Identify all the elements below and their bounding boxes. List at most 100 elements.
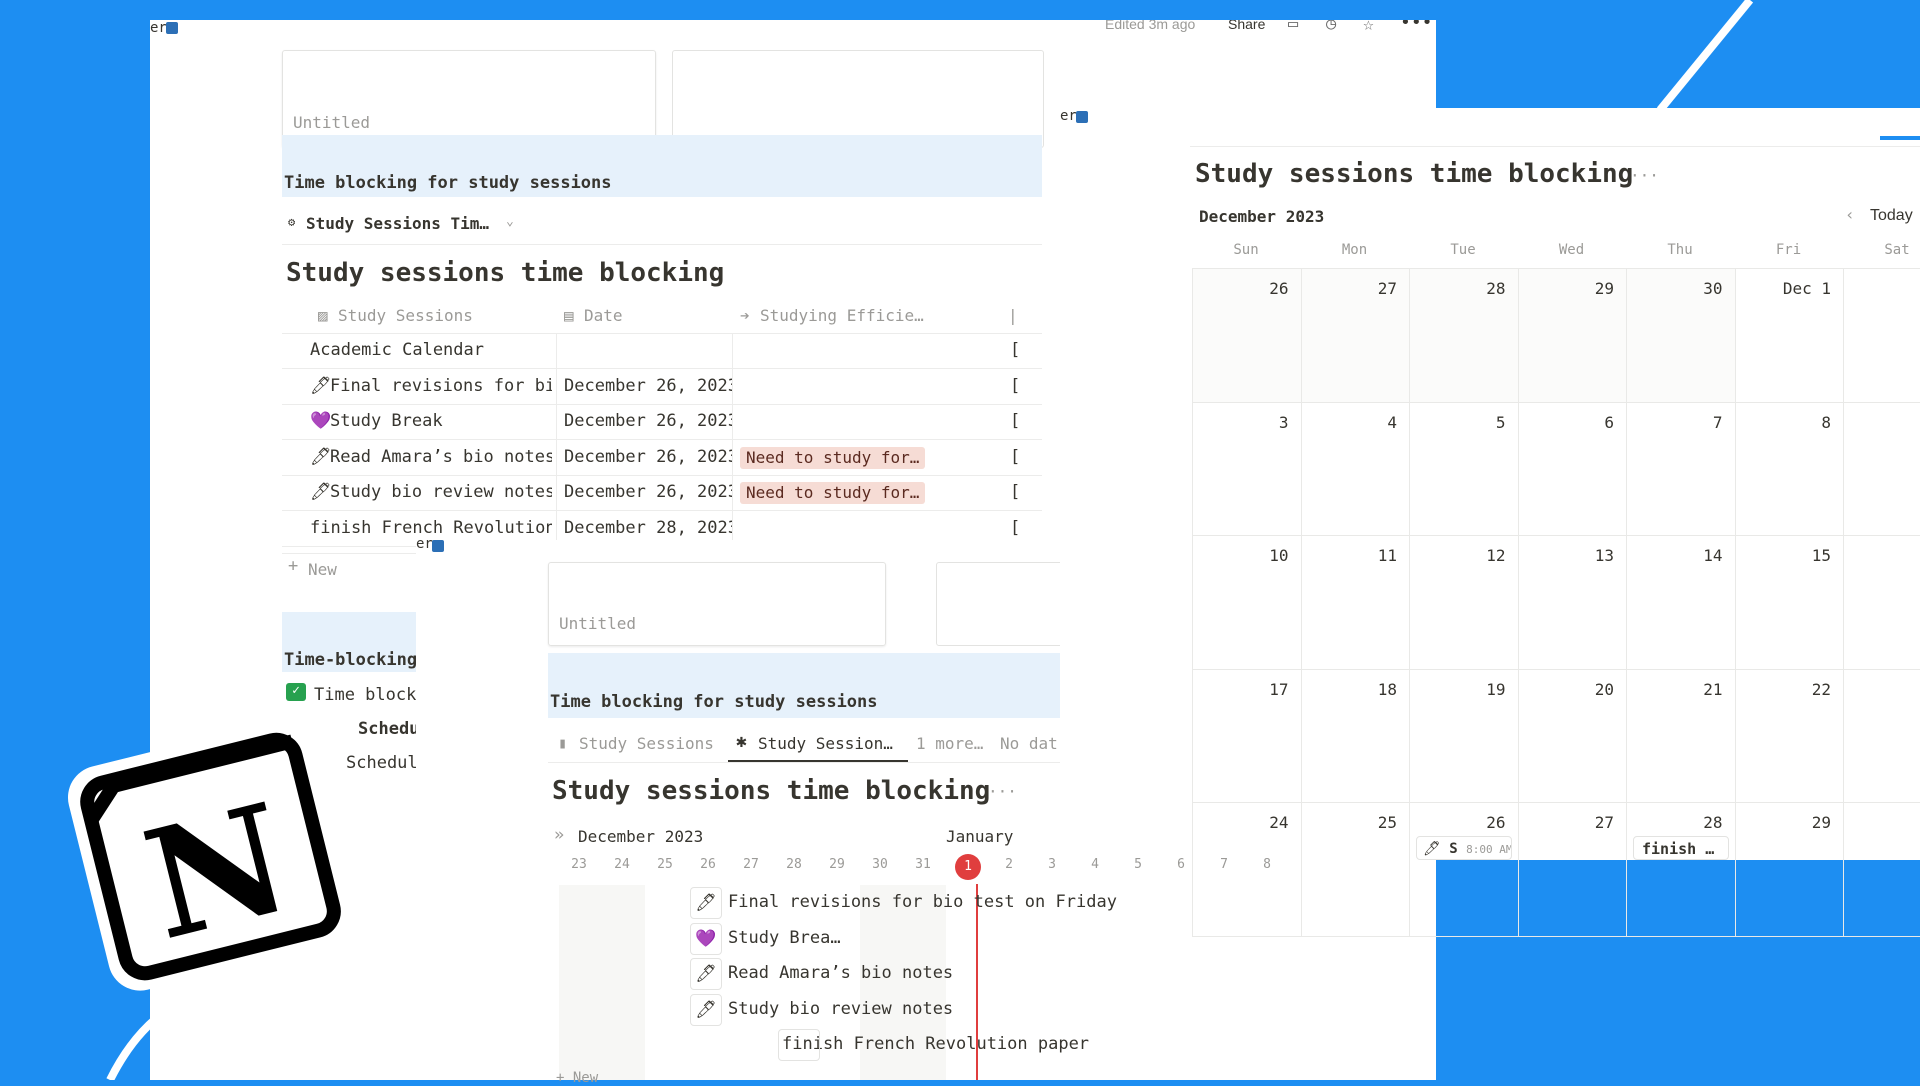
calendar-day[interactable]: 21 xyxy=(1627,669,1736,803)
calendar-day[interactable] xyxy=(1844,403,1920,536)
gallery-card[interactable] xyxy=(936,562,1060,646)
calendar-day[interactable]: 6 xyxy=(1518,402,1627,536)
calendar-day[interactable] xyxy=(1844,536,1920,670)
status-tag[interactable]: Need to study for… xyxy=(740,482,926,504)
calendar-day[interactable]: 10 xyxy=(1193,536,1302,670)
checkmark-icon: ✓ xyxy=(286,683,306,701)
calendar-day[interactable]: 27 xyxy=(1301,269,1410,403)
calendar-day[interactable]: Dec 1 xyxy=(1735,269,1844,403)
row-date[interactable]: December 26, 2023 7:0 xyxy=(564,404,732,439)
calendar-day[interactable]: 30 xyxy=(1627,269,1736,403)
gallery-card[interactable]: Untitled xyxy=(548,562,886,646)
chevron-down-icon[interactable]: ⌄ xyxy=(506,214,514,229)
day-number: Dec 1 xyxy=(1782,279,1831,298)
column-header[interactable]: Studying Efficie… xyxy=(760,298,924,333)
column-header[interactable]: Study Sessions xyxy=(338,298,473,333)
status-tag[interactable]: Need to study for… xyxy=(740,446,926,469)
calendar-day[interactable]: 11 xyxy=(1301,536,1410,670)
calendar-day[interactable]: 14 xyxy=(1627,536,1736,670)
timeline-item[interactable]: 🖊 Study bio review notes xyxy=(690,993,953,1026)
calendar-day[interactable]: 27 xyxy=(1518,803,1627,937)
row-date[interactable]: December 26, 2023 9:0 xyxy=(564,369,732,404)
chevron-left-icon[interactable]: ‹ xyxy=(1845,205,1855,224)
calendar-day[interactable]: 18 xyxy=(1301,669,1410,803)
calendar-day[interactable]: 5 xyxy=(1410,402,1519,536)
row-title[interactable]: Academic Calendar xyxy=(310,333,552,368)
row-title[interactable]: Study bio review notes xyxy=(330,475,552,510)
calendar-day[interactable]: 26 xyxy=(1193,269,1302,403)
tab-study-session-timeline[interactable]: Study Session… xyxy=(758,734,893,753)
calendar-day[interactable]: 12 xyxy=(1410,536,1519,670)
breadcrumb[interactable]: er xyxy=(1060,108,1077,124)
row-title[interactable]: Read Amara’s bio notes xyxy=(330,440,552,475)
more-icon[interactable]: ··· xyxy=(1630,166,1659,185)
table-row[interactable]: 🖊Study bio review notes December 26, 2023… xyxy=(282,475,1042,511)
row-title[interactable]: Study Break xyxy=(330,404,552,439)
calendar-day[interactable]: 28 xyxy=(1410,269,1519,403)
today-button[interactable]: Today xyxy=(1870,207,1913,225)
timeline-month-label: December 2023 xyxy=(578,827,704,846)
gallery-card[interactable]: Untitled xyxy=(282,50,656,148)
calendar-day[interactable]: 29 xyxy=(1735,803,1844,937)
calendar-day[interactable]: 25 xyxy=(1301,803,1410,937)
timeline-day: 6 xyxy=(1177,857,1185,872)
more-icon[interactable]: ··· xyxy=(988,782,1017,801)
timeline-item[interactable]: 🖊 Final revisions for bio test on Friday xyxy=(690,887,1117,919)
notion-logo: N xyxy=(62,700,362,1000)
row-date[interactable]: December 26, 2023 3:0 xyxy=(564,440,732,475)
calendar-day[interactable] xyxy=(1844,670,1920,803)
calendar-day[interactable]: 7 xyxy=(1627,402,1736,536)
more-icon[interactable]: ••• xyxy=(1400,20,1433,33)
calendar-event[interactable]: finish … xyxy=(1633,836,1729,860)
tab-more[interactable]: 1 more… xyxy=(916,734,983,753)
calendar-day[interactable]: 15 xyxy=(1735,536,1844,670)
day-number: 7 xyxy=(1712,412,1723,432)
timeline-day: 27 xyxy=(743,857,759,872)
table-row[interactable]: 🖊Final revisions for bio test December 26… xyxy=(282,368,1042,405)
calendar-title: Study sessions time blocking xyxy=(1195,159,1634,189)
share-button[interactable]: Share xyxy=(1228,20,1265,32)
calendar-day[interactable]: 28 xyxy=(1627,803,1736,937)
breadcrumb[interactable]: er xyxy=(416,540,433,552)
book-icon xyxy=(432,540,444,552)
new-row-button[interactable]: New xyxy=(308,560,337,579)
calendar-day[interactable]: 22 xyxy=(1735,669,1844,803)
comment-icon[interactable]: ▭ xyxy=(1288,20,1298,34)
calendar-day[interactable]: 20 xyxy=(1518,669,1627,803)
row-date[interactable] xyxy=(564,333,732,368)
timeline-day: 2 xyxy=(1005,857,1013,872)
plus-icon[interactable]: + xyxy=(288,556,298,576)
table-row[interactable]: 💜Study BreakDecember 26, 2023 7:0[ xyxy=(282,404,1042,440)
calendar-day[interactable]: 4 xyxy=(1301,402,1410,536)
history-icon[interactable]: ◷ xyxy=(1326,20,1336,34)
star-icon[interactable]: ☆ xyxy=(1363,20,1374,35)
calendar-event[interactable]: 🖊 S 8:00 AM xyxy=(1416,836,1512,860)
column-header[interactable]: Date xyxy=(584,298,623,333)
view-tab[interactable]: Study Sessions Tim… xyxy=(306,214,489,233)
list-item[interactable]: Schedu xyxy=(358,719,419,739)
calendar-day[interactable]: 8 xyxy=(1735,402,1844,536)
row-title[interactable]: Final revisions for bio test xyxy=(330,369,552,404)
calendar-day[interactable] xyxy=(1844,803,1920,937)
table-row[interactable]: 🖊Read Amara’s bio notes December 26, 2023… xyxy=(282,439,1042,476)
tab-study-sessions[interactable]: Study Sessions xyxy=(579,734,714,753)
calendar-day[interactable]: 29 xyxy=(1518,269,1627,403)
timeline-item[interactable]: finish French Revolution paper xyxy=(778,1029,1089,1061)
day-number: 29 xyxy=(1594,279,1614,298)
calendar-day[interactable]: 17 xyxy=(1193,669,1302,803)
expand-icon[interactable]: » xyxy=(554,825,564,845)
gallery-card[interactable] xyxy=(672,50,1044,148)
timeline-item[interactable]: 💜 Study Brea… xyxy=(690,922,841,955)
tab-no-date[interactable]: No dat xyxy=(1000,734,1058,753)
calendar-day[interactable]: 19 xyxy=(1410,669,1519,803)
new-row-button[interactable]: + New xyxy=(556,1070,598,1086)
calendar-day[interactable]: 13 xyxy=(1518,536,1627,670)
calendar-day[interactable] xyxy=(1844,269,1920,403)
breadcrumb[interactable]: er xyxy=(150,20,167,36)
calendar-day[interactable]: 3 xyxy=(1193,402,1302,536)
calendar-day[interactable]: 26 xyxy=(1410,803,1519,937)
timeline-item[interactable]: 🖊 Read Amara’s bio notes xyxy=(690,958,953,990)
book-icon xyxy=(166,22,178,34)
table-row[interactable]: Academic Calendar[ xyxy=(282,333,1042,369)
row-date[interactable]: December 26, 2023 8:0 xyxy=(564,475,732,510)
